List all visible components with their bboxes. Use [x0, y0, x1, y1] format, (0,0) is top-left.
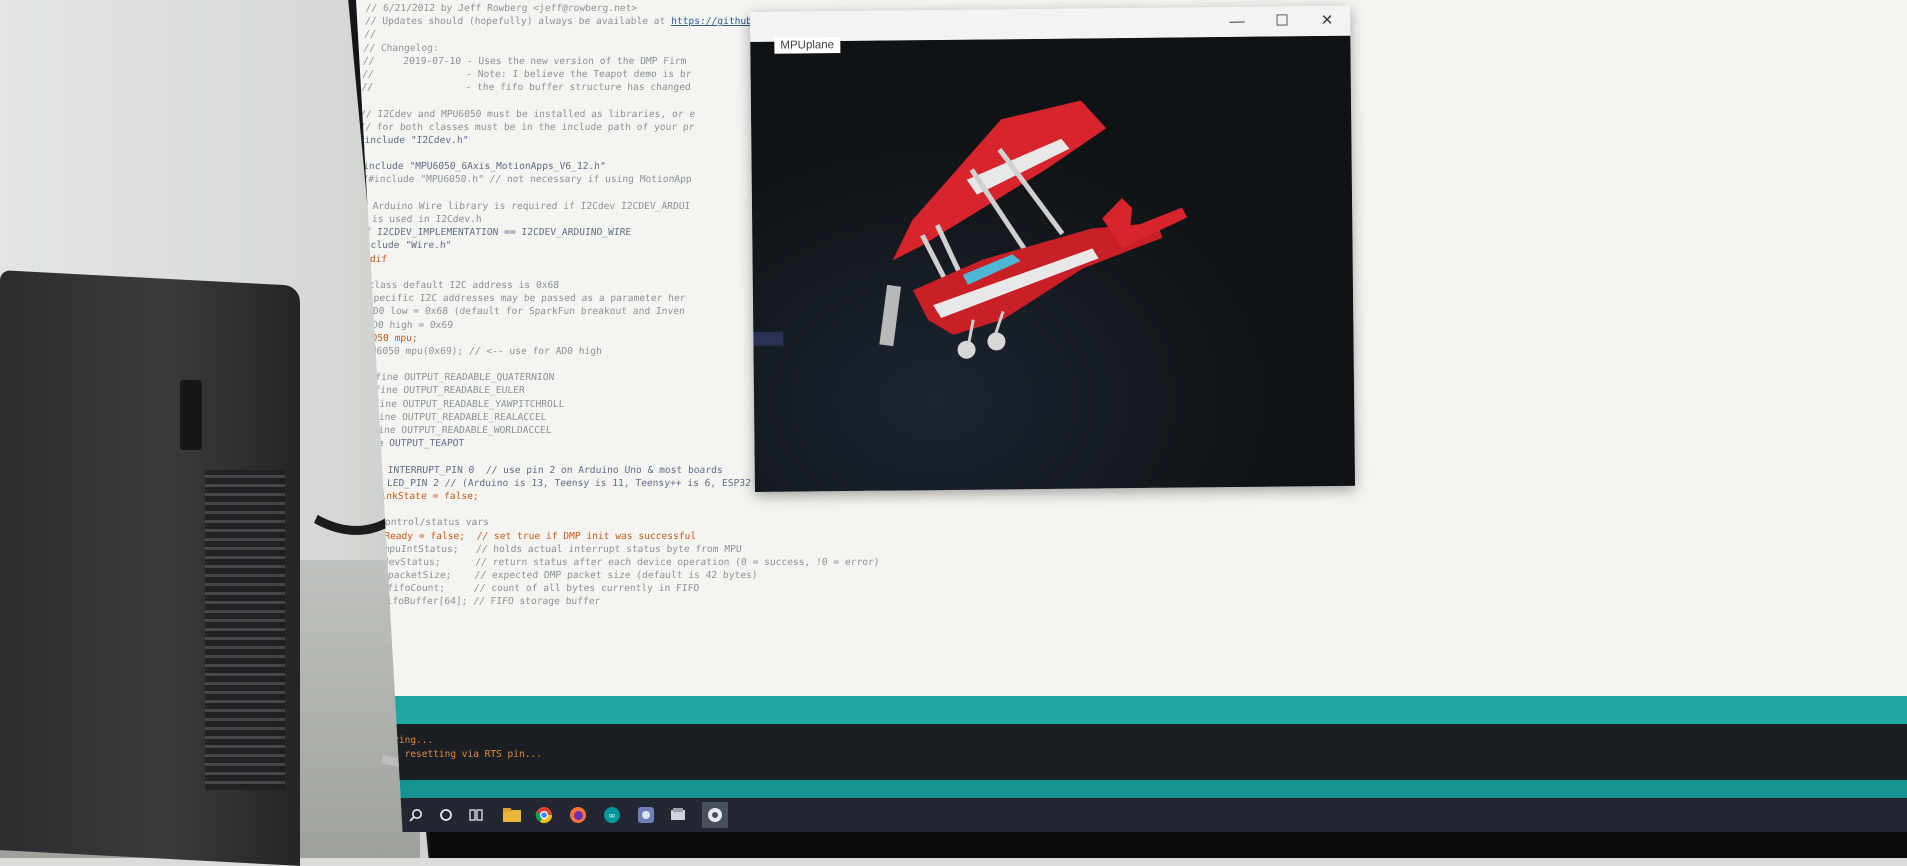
code-line: uint8_t mpuIntStatus; // holds actual in…	[356, 543, 742, 555]
maximize-button[interactable]: ☐	[1272, 10, 1292, 30]
code-line: bool dmpReady = false; // set true if DM…	[356, 530, 697, 542]
render-canvas	[750, 35, 1355, 492]
window-title: MPUplane	[774, 37, 841, 54]
airplane-3d-render	[750, 35, 1355, 492]
pc-drive-slot	[180, 380, 202, 450]
status-bar: 22	[356, 780, 1907, 798]
minimize-button[interactable]: —	[1227, 11, 1247, 31]
app-icon[interactable]	[636, 805, 656, 825]
code-line: uint16_t fifoCount; // count of all byte…	[356, 583, 700, 595]
svg-text:∞: ∞	[608, 812, 616, 822]
serial-console: Leaving... Hard resetting via RTS pin...	[356, 724, 1907, 780]
task-view-icon[interactable]	[466, 805, 486, 825]
console-line: Leaving...	[376, 735, 434, 746]
arduino-icon[interactable]: ∞	[602, 805, 622, 825]
code-line: // MPU control/status vars	[356, 517, 490, 529]
code-line: uint8_t devStatus; // return status afte…	[356, 556, 880, 568]
monitor-bottom-bezel	[430, 832, 1907, 858]
cortana-icon[interactable]	[436, 805, 456, 825]
processing-icon[interactable]	[702, 802, 728, 828]
chrome-icon[interactable]	[534, 805, 554, 825]
firefox-icon[interactable]	[568, 805, 588, 825]
console-line: Hard resetting via RTS pin...	[376, 749, 542, 760]
search-icon[interactable]	[406, 805, 426, 825]
app-icon-2[interactable]	[668, 805, 688, 825]
close-button[interactable]: ✕	[1317, 10, 1337, 30]
code-line: bool blinkState = false;	[356, 490, 480, 502]
file-explorer-icon[interactable]	[502, 805, 522, 825]
console-header	[356, 696, 1907, 724]
pc-side-vent	[205, 470, 285, 790]
canvas-artifact	[753, 331, 784, 346]
code-line: uint8_t fifoBuffer[64]; // FIFO storage …	[356, 596, 601, 608]
mpuplane-window[interactable]: — ☐ ✕ MPUplane	[750, 5, 1355, 492]
code-line: uint16_t packetSize; // expected DMP pac…	[356, 570, 758, 582]
taskbar: ∞	[356, 798, 1907, 832]
